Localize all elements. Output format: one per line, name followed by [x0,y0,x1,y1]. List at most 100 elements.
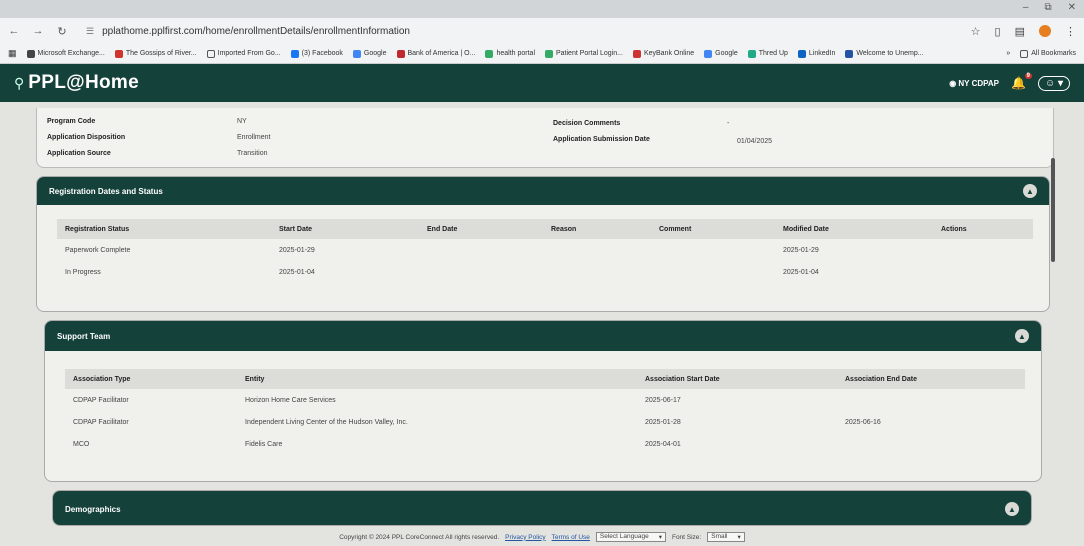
column-header[interactable]: Entity [237,376,637,383]
language-select[interactable]: Select Language ▾ [595,532,666,542]
program-selector[interactable]: ◉ NY CDPAP [949,79,999,88]
table-cell: 2025-06-16 [845,418,881,426]
bookmark-label: Patient Portal Login... [556,50,623,57]
column-header[interactable]: Registration Status [57,226,271,233]
site-settings-icon[interactable]: ☰ [86,26,94,37]
column-header[interactable]: Association Start Date [637,376,837,383]
registration-section: Registration Dates and Status ▲ Registra… [36,176,1050,312]
submission-date-label: Application Submission Date [553,136,650,143]
program-code-label: Program Code [47,118,96,125]
column-header[interactable]: Modified Date [775,226,933,233]
chevron-up-icon[interactable]: ▲ [1015,329,1029,343]
chevron-up-icon[interactable]: ▲ [1023,184,1037,198]
table-cell: 2025-01-04 [783,268,819,276]
bookmark-label: Welcome to Unemp... [856,50,924,57]
bookmark-item[interactable]: Welcome to Unemp... [845,49,924,58]
app-logo[interactable]: PPL@Home [28,72,139,94]
privacy-policy-link[interactable]: Privacy Policy [505,534,545,541]
bookmark-label: Google [715,50,738,57]
table-cell: CDPAP Facilitator [73,396,129,404]
folder-icon [1020,49,1029,58]
profile-avatar[interactable] [1039,25,1051,37]
menu-icon[interactable]: ⋮ [1065,25,1076,38]
table-row: Paperwork Complete 2025-01-29 2025-01-29 [57,239,1033,261]
forward-icon[interactable]: → [32,25,44,37]
table-cell: 2025-04-01 [645,440,681,448]
bookmark-label: Imported From Go... [217,50,281,57]
browser-tabstrip: – ⧉ ✕ [0,0,1084,18]
bookmark-item[interactable]: (3) Facebook [290,49,343,58]
user-menu-button[interactable]: ☺ ▾ [1037,75,1070,91]
bookmark-item[interactable]: Bank of America | O... [396,49,475,58]
support-team-section: Support Team ▲ Association Type Entity A… [44,320,1042,482]
google-icon [352,49,361,58]
star-icon[interactable]: ☆ [971,25,981,38]
table-cell: 2025-06-17 [645,396,681,404]
location-icon: ◉ [949,78,957,88]
bookmark-item[interactable]: Google [704,49,738,58]
table-cell: CDPAP Facilitator [73,418,129,426]
decision-comments-value: - [727,120,730,127]
bookmarks-bar: ▦ Microsoft Exchange... The Gossips of R… [0,44,1084,64]
demographics-header[interactable]: Demographics ▲ [53,491,1031,525]
restore-icon[interactable]: ⧉ [1044,2,1051,13]
submission-date-value: 01/04/2025 [737,138,773,145]
all-bookmarks-label: All Bookmarks [1031,50,1076,57]
column-header[interactable]: Association Type [65,376,237,383]
minimize-icon[interactable]: – [1023,2,1029,13]
chevron-down-icon: ▾ [658,534,662,541]
notifications-bell-icon[interactable]: 🔔 9 [1011,73,1032,90]
bookmark-item[interactable]: Microsoft Exchange... [26,49,105,58]
chevron-down-icon: ▾ [737,534,741,541]
table-row: CDPAP Facilitator Horizon Home Care Serv… [65,389,1025,411]
page-scrollbar[interactable] [1051,158,1055,262]
column-header[interactable]: Comment [651,226,775,233]
close-icon[interactable]: ✕ [1068,2,1076,13]
more-bookmarks-icon[interactable]: » [1006,50,1010,57]
bookmark-item[interactable]: LinkedIn [797,49,835,58]
table-cell: Independent Living Center of the Hudson … [245,418,408,426]
table-cell: In Progress [65,268,101,276]
column-header[interactable]: Start Date [271,226,419,233]
portal-icon [545,49,553,58]
column-header[interactable]: End Date [419,226,543,233]
chevron-down-icon: ▾ [1057,77,1063,89]
bookmark-item[interactable]: KeyBank Online [632,49,694,58]
all-bookmarks[interactable]: All Bookmarks [1020,49,1076,58]
notification-badge: 9 [1024,73,1032,79]
bookmark-item[interactable]: Google [352,49,387,58]
font-size-select[interactable]: Small ▾ [707,532,745,542]
extensions-icon[interactable]: ▯ [995,25,1001,38]
folder-icon [206,49,215,58]
copyright-text: Copyright © 2024 PPL CoreConnect All rig… [339,533,500,541]
thredup-icon [747,49,756,58]
program-code-value: NY [237,118,247,125]
bookmark-item[interactable]: Patient Portal Login... [545,49,623,58]
apps-icon[interactable]: ▦ [8,48,17,59]
location-pin-icon: ⚲ [14,74,25,91]
chevron-up-icon[interactable]: ▲ [1005,502,1019,516]
terms-of-use-link[interactable]: Terms of Use [552,534,590,541]
bookmark-item[interactable]: health portal [485,49,535,58]
section-title: Demographics [65,504,121,514]
table-cell: Horizon Home Care Services [245,396,336,404]
url-field[interactable]: ☰ pplathome.pplfirst.com/home/enrollment… [86,26,410,37]
table-cell: 2025-01-04 [279,268,315,276]
bookmark-label: (3) Facebook [301,50,343,57]
column-header[interactable]: Reason [543,226,651,233]
back-icon[interactable]: ← [8,25,20,37]
bookmark-item[interactable]: The Gossips of River... [114,49,197,58]
registration-header[interactable]: Registration Dates and Status ▲ [37,177,1049,205]
page-footer: Copyright © 2024 PPL CoreConnect All rig… [0,528,1084,546]
bookmark-item[interactable]: Thred Up [747,49,788,58]
reading-list-icon[interactable]: ▤ [1015,25,1025,38]
column-header[interactable]: Association End Date [837,376,1017,383]
user-icon: ☺ [1044,77,1056,89]
decision-comments-label: Decision Comments [553,120,621,127]
demographics-section: Demographics ▲ [52,490,1032,526]
table-header: Registration Status Start Date End Date … [57,219,1033,239]
bookmark-item[interactable]: Imported From Go... [206,49,281,58]
support-team-header[interactable]: Support Team ▲ [45,321,1041,351]
key-icon [632,49,641,58]
reload-icon[interactable]: ↻ [56,25,68,38]
